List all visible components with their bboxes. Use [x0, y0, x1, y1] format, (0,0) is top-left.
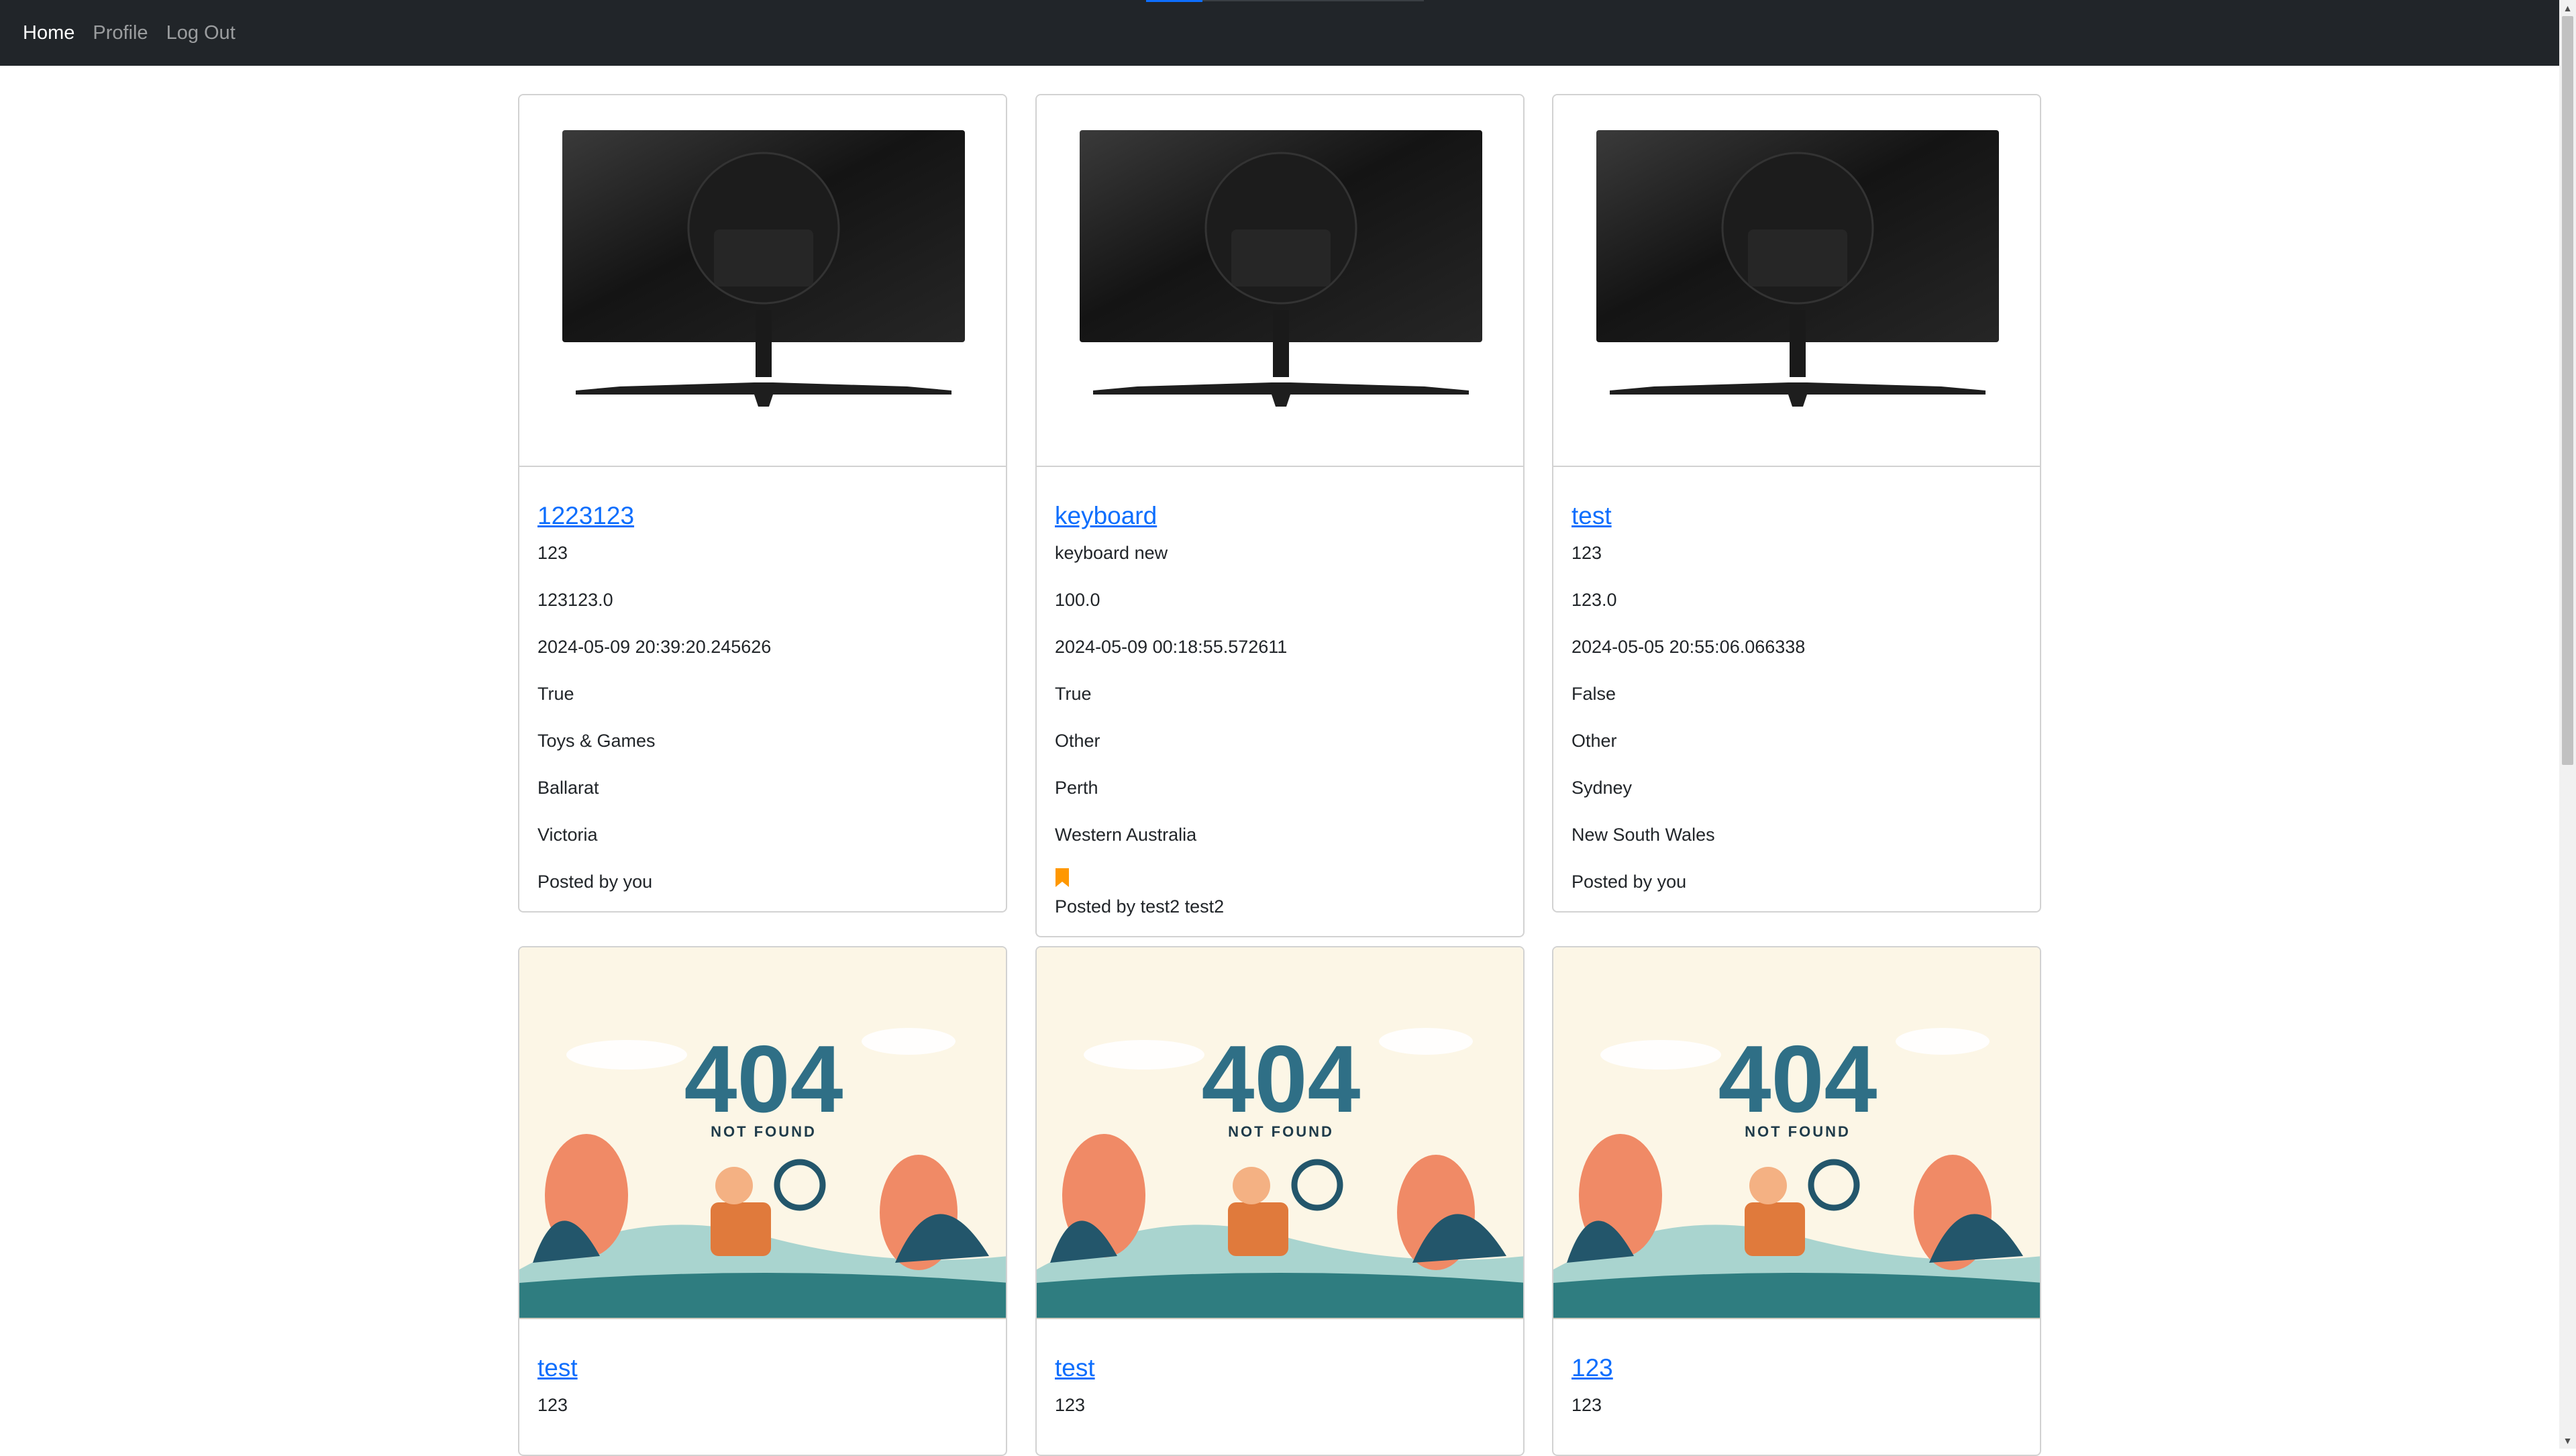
listing-description: 123 [537, 543, 568, 563]
listing-card: 123 123 [1552, 946, 2041, 1456]
bookmark-icon[interactable] [1055, 868, 1070, 887]
scrollbar-thumb[interactable] [2562, 16, 2573, 765]
listing-posted-by: Posted by you [1572, 872, 1687, 892]
listing-city: Perth [1055, 778, 1098, 798]
listing-flag: True [537, 684, 574, 704]
listing-title-link[interactable]: test [1055, 1354, 1505, 1382]
scroll-down-arrow-icon[interactable]: ▼ [2559, 1433, 2576, 1449]
listing-description: 123 [1055, 1395, 1086, 1415]
listing-card: 1223123 123 123123.0 2024-05-09 20:39:20… [518, 94, 1007, 913]
listing-card: keyboard keyboard new 100.0 2024-05-09 0… [1035, 94, 1525, 937]
listing-price: 123.0 [1572, 590, 1617, 610]
nav-profile-link[interactable]: Profile [93, 22, 148, 44]
scroll-up-arrow-icon[interactable]: ▲ [2559, 0, 2576, 16]
listing-title-link[interactable]: 1223123 [537, 502, 988, 530]
listing-date: 2024-05-09 20:39:20.245626 [537, 637, 772, 657]
listing-flag: False [1572, 684, 1616, 704]
listing-image [519, 95, 1006, 467]
nav-home-link[interactable]: Home [23, 22, 74, 44]
listing-state: New South Wales [1572, 825, 1715, 845]
listing-price: 100.0 [1055, 590, 1100, 610]
listing-title-link[interactable]: test [1572, 502, 2022, 530]
page-scrollbar[interactable]: ▲ ▼ [2559, 0, 2576, 1449]
listing-city: Sydney [1572, 778, 1633, 798]
listing-description: 123 [1572, 1395, 1602, 1415]
listing-image [1037, 95, 1523, 467]
listing-price: 123123.0 [537, 590, 613, 610]
listing-title-link[interactable]: keyboard [1055, 502, 1505, 530]
listing-description: keyboard new [1055, 543, 1168, 563]
nav-logout-link[interactable]: Log Out [166, 22, 236, 44]
listing-posted-by: Posted by test2 test2 [1055, 896, 1225, 917]
listing-state: Western Australia [1055, 825, 1197, 845]
listing-flag: True [1055, 684, 1092, 704]
not-found-placeholder-image [1037, 947, 1523, 1319]
listing-city: Ballarat [537, 778, 599, 798]
listing-card: test 123 [1035, 946, 1525, 1456]
listing-card: test 123 [518, 946, 1007, 1456]
listing-description: 123 [1572, 543, 1602, 563]
top-navbar: Home Profile Log Out [0, 0, 2559, 66]
not-found-placeholder-image [1553, 947, 2040, 1319]
listing-title-link[interactable]: 123 [1572, 1354, 2022, 1382]
top-tab-indicator [1146, 0, 1202, 2]
listing-category: Other [1572, 731, 1617, 751]
listing-card: test 123 123.0 2024-05-05 20:55:06.06633… [1552, 94, 2041, 913]
listing-category: Toys & Games [537, 731, 656, 751]
listing-image [1553, 95, 2040, 467]
top-divider [1202, 0, 1424, 1]
listing-posted-by: Posted by you [537, 872, 653, 892]
listing-title-link[interactable]: test [537, 1354, 988, 1382]
nav-links: Home Profile Log Out [23, 22, 254, 44]
listing-category: Other [1055, 731, 1100, 751]
listing-date: 2024-05-05 20:55:06.066338 [1572, 637, 1806, 657]
listing-description: 123 [537, 1395, 568, 1415]
listing-date: 2024-05-09 00:18:55.572611 [1055, 637, 1288, 657]
listing-state: Victoria [537, 825, 598, 845]
not-found-placeholder-image [519, 947, 1006, 1319]
